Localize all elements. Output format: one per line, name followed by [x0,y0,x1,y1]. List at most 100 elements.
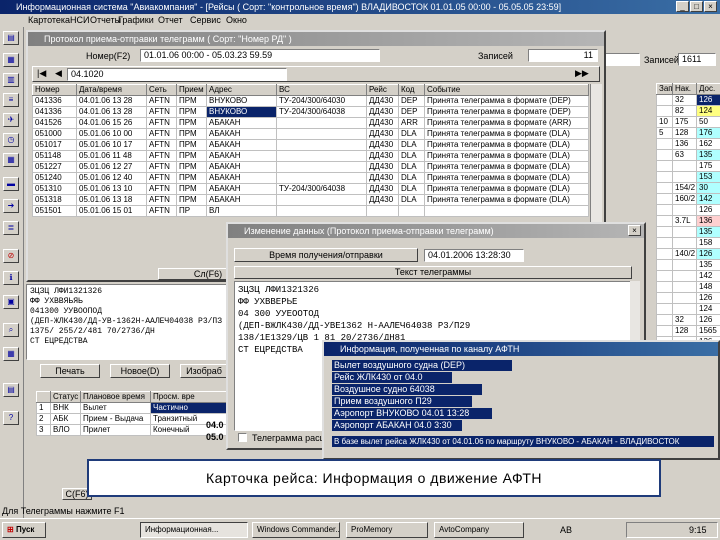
save-icon[interactable]: ▣ [3,295,19,309]
col-header[interactable]: Дос. [696,83,720,95]
print-icon[interactable]: ▦ [3,53,19,67]
menu-item[interactable]: Сервис [190,15,221,25]
table-row[interactable]: 051240 05.01.06 12 40 AFTN ПРМ АБАКАН ДД430 DL… [32,172,589,184]
col-header[interactable]: Плановое время [80,391,151,403]
file-icon[interactable]: ▤ [3,31,19,45]
table-row[interactable]: 051148 05.01.06 11 48 AFTN ПРМ АБАКАН ДД430 DL… [32,150,589,162]
table-row[interactable]: 63 135 [656,149,720,161]
col-header[interactable]: Статус [50,391,81,403]
table-row[interactable]: 051310 05.01.06 13 10 AFTN ПРМ АБАКАН ТУ-204/… [32,183,589,195]
table-row[interactable]: 041336 04.01.06 13 28 AFTN ПРМ ВНУКОВО ТУ-204… [32,95,589,107]
language-indicator[interactable]: AB [560,525,572,535]
menu-item[interactable]: Отчет [158,15,183,25]
col-header[interactable]: Просм. вре [150,391,233,403]
table-row[interactable]: 136 162 [656,138,720,150]
task-button[interactable]: Информационная... [140,522,248,538]
next-record-icon[interactable]: ▶▶ [575,68,589,79]
col-header[interactable]: Нак. [672,83,697,95]
table-row[interactable]: 140/2 126 [656,248,720,260]
close-button[interactable]: × [704,1,717,12]
table-row[interactable]: 041336 04.01.06 13 28 AFTN ПРМ ВНУКОВО ТУ-204… [32,106,589,118]
info-icon[interactable]: ℹ [3,271,19,285]
table-row[interactable]: 153 [656,171,720,183]
table-icon[interactable]: ▦ [3,153,19,167]
search-icon[interactable]: ⌕ [3,323,19,337]
table-row[interactable]: 051501 05.01.06 15 01 AFTN ПР ВЛ [32,205,589,217]
col-header[interactable]: Дата/время [76,84,147,96]
table-icon[interactable]: ▤ [3,383,19,397]
table-row[interactable]: 2 АБК Прием - Выдача Транзитный [36,413,233,425]
table-row[interactable]: 3.7L 136 [656,215,720,227]
telegram-table[interactable]: Номер Дата/время Сеть Прием Адрес ВС Рей… [32,84,589,217]
table-row[interactable]: 142 [656,270,720,282]
col-header[interactable]: Сеть [146,84,177,96]
table-row[interactable]: 148 [656,281,720,293]
table-row[interactable]: 160/2 142 [656,193,720,205]
table-row[interactable]: 32 126 [656,94,720,106]
time-field[interactable]: 04.01.2006 13:28:30 [424,249,524,262]
print-button[interactable]: Печать [40,364,100,378]
table-row[interactable]: 10 175 50 [656,116,720,128]
list-icon[interactable]: ≣ [3,221,19,235]
task-button[interactable]: AvtoCompany [434,522,524,538]
table-row[interactable]: 124 [656,303,720,315]
task-button[interactable]: ProMemory [346,522,428,538]
table-row[interactable]: 154/2 30 [656,182,720,194]
col-header[interactable]: Прием [176,84,207,96]
flights-grid[interactable]: Зап.Нак.Дос. 321268212410175505128176136… [656,83,720,359]
table-row[interactable]: 041526 04.01.06 15 26 AFTN ПРМ АБАКАН ДД430 AR… [32,117,589,129]
col-header[interactable]: Событие [424,84,589,96]
minimize-button[interactable]: _ [676,1,689,12]
table-row[interactable]: 128 1565 [656,325,720,337]
col-header[interactable]: Код [398,84,425,96]
table-row[interactable]: 158 [656,237,720,249]
close-icon[interactable]: ⊘ [3,249,19,263]
route-table[interactable]: Статус Плановое время Просм. вре 1 ВНК Выл… [36,391,233,436]
menu-item[interactable]: Отчеты [90,15,121,25]
table-row[interactable]: 1 ВНК Вылет Частично [36,402,233,414]
right-filter-field[interactable] [604,53,640,66]
col-header[interactable]: Зап. [656,83,673,95]
edit-button[interactable]: Изобраб [180,364,228,378]
help-icon[interactable]: ? [3,411,19,425]
table-row[interactable]: 126 [656,292,720,304]
col-header[interactable]: Номер [32,84,77,96]
list-icon[interactable]: ≡ [3,93,19,107]
prev-record-icon[interactable]: ◀ [55,68,62,79]
task-button[interactable]: Windows Commander... [252,522,340,538]
arrow-icon[interactable]: ➔ [3,199,19,213]
maximize-button[interactable]: □ [690,1,703,12]
col-header[interactable]: ВС [276,84,367,96]
first-record-icon[interactable]: |◀ [37,68,46,79]
table-row[interactable]: 051017 05.01.06 10 17 AFTN ПРМ АБАКАН ДД430 DL… [32,139,589,151]
menu-item[interactable]: НСИ [70,15,89,25]
table-row[interactable]: 175 [656,160,720,172]
clock-icon[interactable]: ◷ [3,133,19,147]
col-header[interactable] [36,391,51,403]
plane-icon[interactable]: ✈ [3,113,19,127]
table-row[interactable]: 051318 05.01.06 13 18 AFTN ПРМ АБАКАН ДД430 DL… [32,194,589,206]
table-row[interactable]: 126 [656,204,720,216]
menu-item[interactable]: Окно [226,15,247,25]
new-button[interactable]: Новое(D) [110,364,170,378]
col-header[interactable]: Рейс [366,84,399,96]
chart-icon[interactable]: ▥ [3,73,19,87]
col-header[interactable]: Адрес [206,84,277,96]
table-row[interactable]: 051227 05.01.06 12 27 AFTN ПРМ АБАКАН ДД430 DL… [32,161,589,173]
menu-item[interactable]: Картотека [28,15,70,25]
table-row[interactable]: 3 ВЛО Прилет Конечный [36,424,233,436]
grid-icon[interactable]: ▦ [3,347,19,361]
table-row[interactable]: 051000 05.01.06 10 00 AFTN ПРМ АБАКАН ДД430 DL… [32,128,589,140]
filter-input[interactable]: 04.1020 [67,68,287,81]
bus-icon[interactable]: ▬ [3,177,19,191]
table-row[interactable]: 135 [656,226,720,238]
menu-item[interactable]: Графики [118,15,154,25]
table-row[interactable]: 135 [656,259,720,271]
table-row[interactable]: 82 124 [656,105,720,117]
table-row[interactable]: 32 126 [656,314,720,326]
search-input[interactable]: 01.01.06 00:00 - 05.03.23 59.59 [140,49,380,62]
table-row[interactable]: 5 128 176 [656,127,720,139]
detail-close-button[interactable]: × [628,225,641,236]
start-button[interactable]: ⊞ Пуск [2,522,46,538]
extended-checkbox[interactable] [238,433,247,442]
